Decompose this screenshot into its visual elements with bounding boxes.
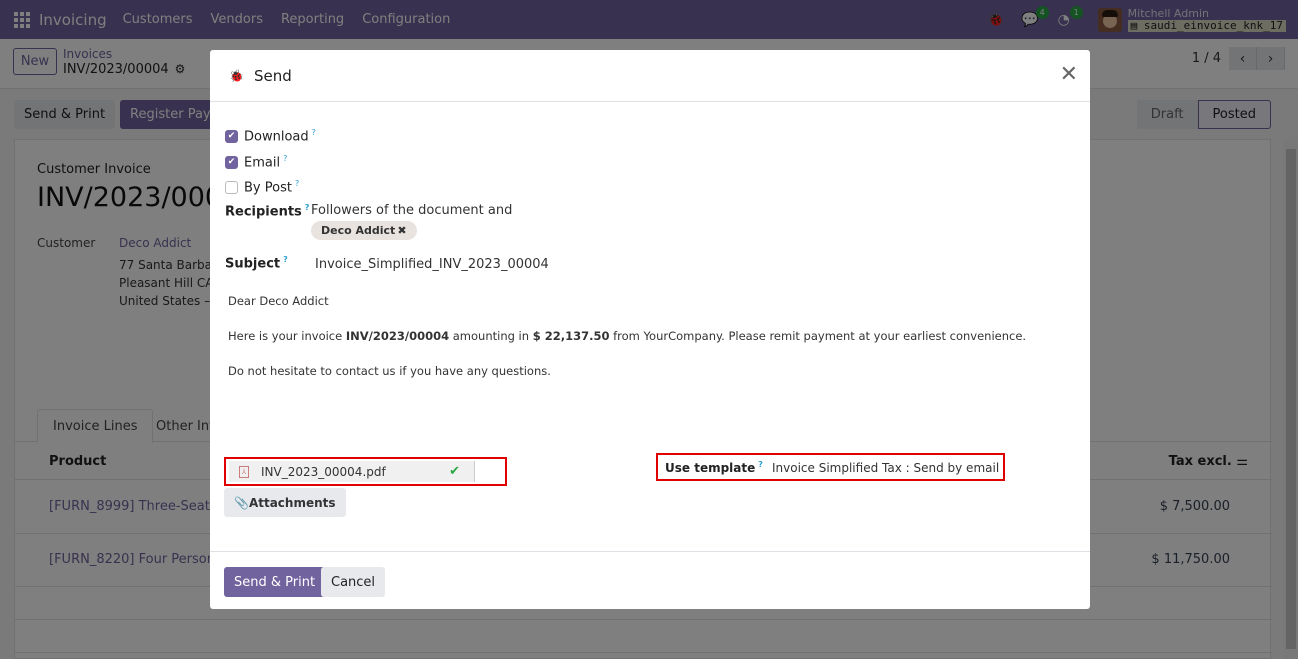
email-label[interactable]: Email?	[244, 154, 287, 170]
debug-icon[interactable]: 🐞	[229, 69, 244, 83]
template-select[interactable]: Invoice Simplified Tax : Send by email	[772, 461, 999, 475]
email-label-text: Email	[244, 155, 281, 171]
help-icon[interactable]: ?	[283, 255, 288, 264]
body-invoice-number: INV/2023/00004	[345, 329, 450, 343]
pdf-icon: ⅄	[239, 465, 249, 478]
recipient-tag: Deco Addict ✖	[311, 221, 417, 240]
remove-tag-icon[interactable]: ✖	[397, 224, 406, 237]
dialog-title: Send	[254, 67, 292, 85]
download-label[interactable]: Download?	[244, 128, 316, 144]
subject-label: Subject?	[225, 255, 288, 271]
recipients-label: Recipients?	[225, 203, 309, 219]
attachment-file[interactable]: ⅄ INV_2023_00004.pdf ✔	[229, 461, 475, 482]
attachments-button[interactable]: 📎 Attachments	[224, 488, 346, 517]
paperclip-icon: 📎	[234, 495, 249, 510]
email-checkbox[interactable]: ✔	[225, 155, 238, 169]
by-post-label[interactable]: By Post?	[244, 179, 299, 195]
recipients-text: Followers of the document and	[311, 203, 513, 218]
help-icon[interactable]: ?	[312, 128, 316, 137]
cancel-button[interactable]: Cancel	[321, 567, 386, 597]
template-label: Use template?	[665, 460, 763, 475]
email-body-greeting[interactable]: Dear Deco Addict	[228, 294, 329, 308]
body-amount: $ 22,137.50	[532, 329, 610, 343]
attachment-filename[interactable]: INV_2023_00004.pdf	[261, 465, 386, 479]
help-icon[interactable]: ?	[305, 203, 310, 212]
help-icon[interactable]: ?	[283, 154, 287, 163]
option-by-post[interactable]: By Post?	[225, 179, 299, 195]
send-dialog: 🐞 Send ✕ ✔ Download? ✔ Email? By Post? R…	[210, 50, 1090, 609]
recipients-label-text: Recipients	[225, 204, 302, 220]
email-body-line[interactable]: Here is your invoice INV/2023/00004 amou…	[228, 329, 1026, 343]
subject-input[interactable]: Invoice_Simplified_INV_2023_00004	[315, 257, 549, 272]
dialog-header: 🐞 Send ✕	[210, 50, 1090, 102]
by-post-checkbox[interactable]	[225, 180, 238, 194]
body-text: from YourCompany. Please remit payment a…	[609, 329, 1027, 343]
dialog-footer: Send & Print Cancel	[210, 551, 1090, 609]
subject-label-text: Subject	[225, 256, 281, 272]
recipient-tag-label: Deco Addict	[321, 224, 396, 237]
send-print-button[interactable]: Send & Print	[224, 567, 326, 597]
help-icon[interactable]: ?	[295, 179, 299, 188]
option-download[interactable]: ✔ Download?	[225, 128, 316, 144]
template-label-text: Use template	[665, 461, 756, 475]
download-checkbox[interactable]: ✔	[225, 129, 238, 143]
close-icon[interactable]: ✕	[1060, 64, 1078, 86]
help-icon[interactable]: ?	[758, 460, 763, 469]
email-body-closing[interactable]: Do not hesitate to contact us if you hav…	[228, 364, 551, 378]
attachment-highlight: ⅄ INV_2023_00004.pdf ✔	[224, 457, 507, 486]
template-highlight: Use template? Invoice Simplified Tax : S…	[656, 453, 1005, 481]
check-icon: ✔	[449, 464, 460, 479]
body-text: amounting in	[449, 329, 533, 343]
option-email[interactable]: ✔ Email?	[225, 154, 287, 170]
body-text: Here is your invoice	[228, 329, 346, 343]
download-label-text: Download	[244, 129, 309, 145]
by-post-label-text: By Post	[244, 180, 292, 196]
attachments-label: Attachments	[248, 495, 336, 510]
